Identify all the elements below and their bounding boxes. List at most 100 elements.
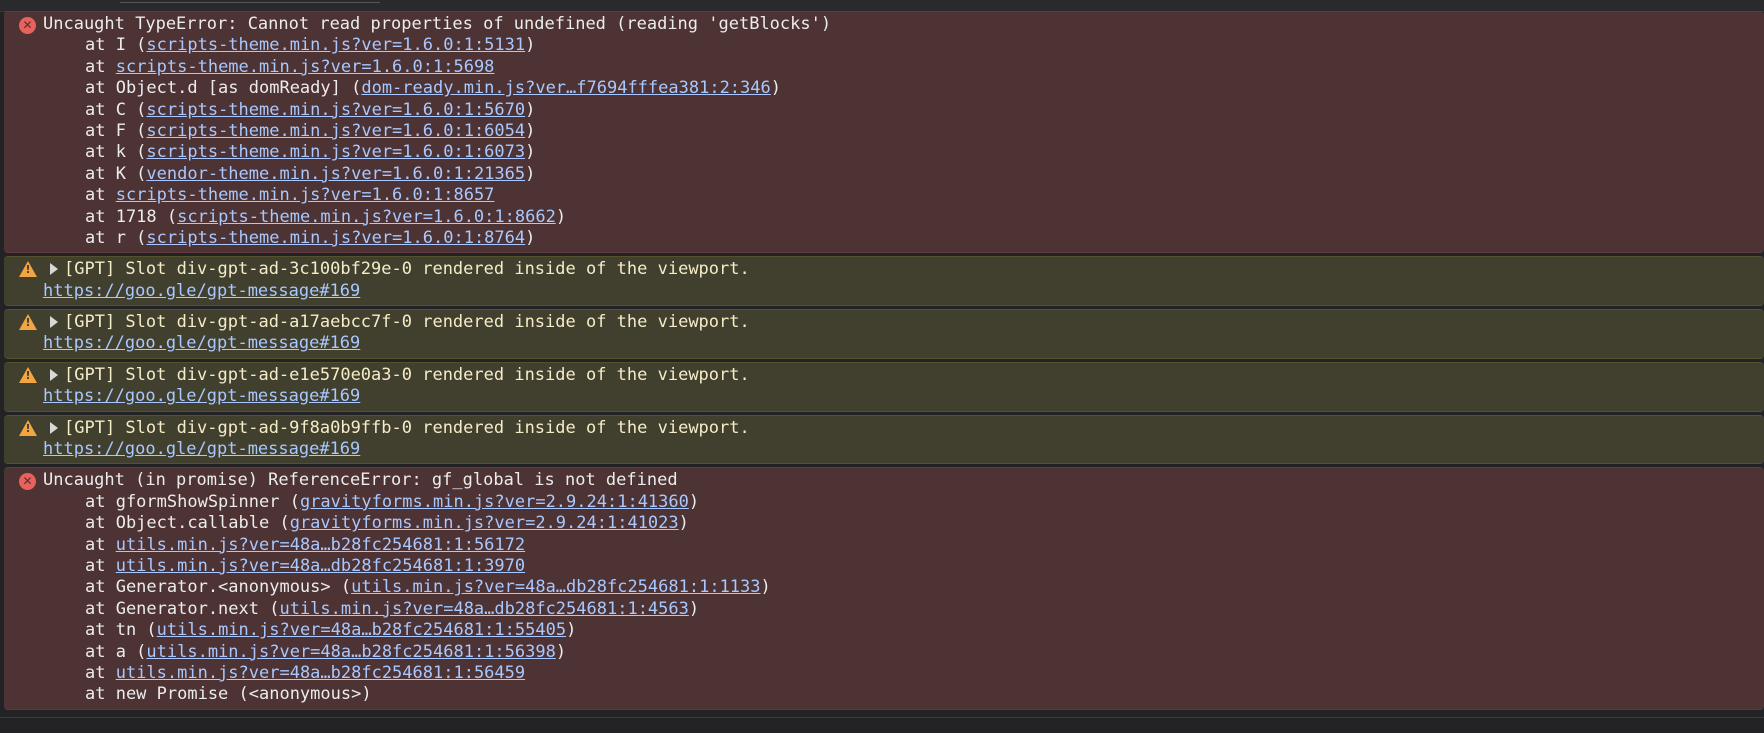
stack-frame-prefix: at Object.callable ( — [85, 513, 290, 534]
stack-frame: at 1718 (scripts-theme.min.js?ver=1.6.0:… — [4, 207, 1764, 228]
source-link[interactable]: utils.min.js?ver=48a…b28fc254681:1:56459 — [116, 663, 525, 683]
source-link[interactable]: scripts-theme.min.js?ver=1.6.0:1:5670 — [146, 100, 525, 120]
message-link-line: https://goo.gle/gpt-message#169 — [4, 281, 1764, 302]
stack-frame: at r (scripts-theme.min.js?ver=1.6.0:1:8… — [4, 228, 1764, 249]
message-text: [GPT] Slot div-gpt-ad-3c100bf29e-0 rende… — [64, 259, 750, 280]
stack-frame-prefix: at — [85, 56, 116, 77]
stack-frame-suffix: ) — [525, 120, 536, 141]
stack-frame-prefix: at Generator.next ( — [85, 598, 280, 619]
console-warning-message: ! [GPT] Slot div-gpt-ad-3c100bf29e-0 rend… — [4, 256, 1764, 307]
source-link[interactable]: utils.min.js?ver=48a…db28fc254681:1:4563 — [279, 599, 688, 619]
stack-frame: at utils.min.js?ver=48a…b28fc254681:1:56… — [4, 663, 1764, 684]
message-text: Uncaught (in promise) ReferenceError: gf… — [43, 470, 678, 491]
stack-frame: at F (scripts-theme.min.js?ver=1.6.0:1:6… — [4, 121, 1764, 142]
source-link[interactable]: scripts-theme.min.js?ver=1.6.0:1:8657 — [116, 185, 495, 205]
error-circle-icon: ✕ — [19, 473, 36, 491]
help-link[interactable]: https://goo.gle/gpt-message#169 — [43, 386, 360, 406]
help-link[interactable]: https://goo.gle/gpt-message#169 — [43, 439, 360, 459]
stack-frame: at gformShowSpinner (gravityforms.min.js… — [4, 492, 1764, 513]
source-link[interactable]: utils.min.js?ver=48a…db28fc254681:1:1133 — [351, 577, 760, 597]
console-warning-message: ! [GPT] Slot div-gpt-ad-a17aebcc7f-0 rend… — [4, 309, 1764, 359]
error-circle-icon: ✕ — [19, 17, 36, 34]
help-link[interactable]: https://goo.gle/gpt-message#169 — [43, 281, 360, 301]
message-header: ✕ Uncaught (in promise) ReferenceError: g… — [4, 470, 1764, 491]
help-link[interactable]: https://goo.gle/gpt-message#169 — [43, 333, 360, 353]
stack-frame-suffix: ) — [678, 513, 689, 534]
expand-triangle-icon[interactable] — [50, 421, 58, 434]
stack-frame-suffix: ) — [525, 142, 536, 163]
stack-frame: at Object.callable (gravityforms.min.js?… — [4, 513, 1764, 534]
source-link[interactable]: scripts-theme.min.js?ver=1.6.0:1:6054 — [146, 121, 525, 141]
stack-frame-prefix: at — [85, 185, 116, 206]
stack-frame-suffix: ) — [688, 598, 700, 619]
stack-frame: at Object.d [as domReady] (dom-ready.min… — [4, 78, 1764, 99]
stack-frame: at utils.min.js?ver=48a…db28fc254681:1:3… — [4, 556, 1764, 577]
stack-frame-prefix: at Generator.<anonymous> ( — [85, 577, 352, 598]
expand-triangle-icon[interactable] — [50, 368, 58, 381]
warning-triangle-icon: ! — [19, 261, 37, 278]
source-link[interactable]: scripts-theme.min.js?ver=1.6.0:1:8662 — [177, 207, 556, 227]
stack-frame-prefix: at new Promise (<anonymous>) — [85, 684, 372, 705]
stack-frame: at scripts-theme.min.js?ver=1.6.0:1:5698 — [4, 57, 1764, 78]
message-link-line: https://goo.gle/gpt-message#169 — [4, 386, 1764, 407]
stack-frame-prefix: at gformShowSpinner ( — [85, 491, 300, 512]
console-message-list: ✕ Uncaught TypeError: Cannot read propert… — [4, 11, 1764, 713]
source-link[interactable]: utils.min.js?ver=48a…b28fc254681:1:56172 — [116, 535, 525, 555]
stack-frame-suffix: ) — [525, 227, 536, 248]
source-link[interactable]: utils.min.js?ver=48a…db28fc254681:1:3970 — [116, 556, 525, 576]
message-text: [GPT] Slot div-gpt-ad-a17aebcc7f-0 rende… — [64, 312, 750, 333]
stack-frame-prefix: at r ( — [85, 227, 147, 248]
stack-frame-prefix: at k ( — [85, 142, 147, 163]
stack-frame-prefix: at tn ( — [85, 620, 157, 641]
stack-frame-suffix: ) — [770, 78, 781, 99]
stack-frame: at a (utils.min.js?ver=48a…b28fc254681:1… — [4, 642, 1764, 663]
stack-frame-suffix: ) — [566, 620, 577, 641]
console-bottom-edge — [0, 717, 1764, 733]
source-link[interactable]: scripts-theme.min.js?ver=1.6.0:1:6073 — [146, 142, 525, 162]
stack-frame-suffix: ) — [760, 577, 771, 598]
source-link[interactable]: scripts-theme.min.js?ver=1.6.0:1:5698 — [116, 57, 495, 77]
source-link[interactable]: scripts-theme.min.js?ver=1.6.0:1:5131 — [146, 35, 525, 55]
warning-triangle-icon: ! — [19, 366, 37, 383]
stack-frame: at K (vendor-theme.min.js?ver=1.6.0:1:21… — [4, 164, 1764, 185]
stack-frame-prefix: at K ( — [85, 163, 147, 184]
stack-frame: at I (scripts-theme.min.js?ver=1.6.0:1:5… — [4, 35, 1764, 56]
message-link-line: https://goo.gle/gpt-message#169 — [4, 333, 1764, 354]
stack-frame: at scripts-theme.min.js?ver=1.6.0:1:8657 — [4, 185, 1764, 206]
console-warning-message: ! [GPT] Slot div-gpt-ad-9f8a0b9ffb-0 rend… — [4, 414, 1764, 465]
warning-triangle-icon: ! — [19, 314, 37, 331]
stack-frame-prefix: at C ( — [85, 99, 147, 120]
stack-frame-suffix: ) — [555, 206, 567, 227]
source-link[interactable]: utils.min.js?ver=48a…b28fc254681:1:55405 — [157, 620, 566, 640]
expand-triangle-icon[interactable] — [50, 263, 58, 276]
stack-frame-suffix: ) — [525, 35, 536, 56]
message-header: ! [GPT] Slot div-gpt-ad-3c100bf29e-0 rend… — [4, 259, 1764, 280]
expand-triangle-icon[interactable] — [50, 316, 58, 329]
source-link[interactable]: gravityforms.min.js?ver=2.9.24:1:41360 — [300, 492, 689, 512]
stack-frame-prefix: at a ( — [85, 641, 147, 662]
console-warning-message: ! [GPT] Slot div-gpt-ad-e1e570e0a3-0 rend… — [4, 361, 1764, 412]
message-text: Uncaught TypeError: Cannot read properti… — [43, 14, 832, 34]
console-error-message: ✕ Uncaught TypeError: Cannot read propert… — [4, 11, 1764, 254]
stack-frame-suffix: ) — [525, 163, 536, 184]
message-link-line: https://goo.gle/gpt-message#169 — [4, 439, 1764, 460]
message-text: [GPT] Slot div-gpt-ad-9f8a0b9ffb-0 rende… — [64, 417, 750, 438]
stack-frame-prefix: at Object.d [as domReady] ( — [85, 78, 362, 99]
message-text: [GPT] Slot div-gpt-ad-e1e570e0a3-0 rende… — [64, 364, 750, 385]
source-link[interactable]: dom-ready.min.js?ver…f7694fffea381:2:346 — [361, 78, 770, 98]
stack-frame-suffix: ) — [525, 99, 536, 120]
stack-frame-prefix: at — [85, 534, 116, 555]
source-link[interactable]: gravityforms.min.js?ver=2.9.24:1:41023 — [290, 513, 679, 533]
stack-frame-suffix: ) — [688, 491, 700, 512]
devtools-console-panel: ✕ Uncaught TypeError: Cannot read propert… — [0, 0, 1764, 733]
source-link[interactable]: vendor-theme.min.js?ver=1.6.0:1:21365 — [146, 164, 525, 184]
message-header: ✕ Uncaught TypeError: Cannot read propert… — [4, 14, 1764, 35]
source-link[interactable]: scripts-theme.min.js?ver=1.6.0:1:8764 — [146, 228, 525, 248]
stack-frame: at tn (utils.min.js?ver=48a…b28fc254681:… — [4, 620, 1764, 641]
stack-frame: at utils.min.js?ver=48a…b28fc254681:1:56… — [4, 535, 1764, 556]
source-link[interactable]: utils.min.js?ver=48a…b28fc254681:1:56398 — [146, 642, 555, 662]
stack-frame-prefix: at F ( — [85, 120, 147, 141]
stack-frame-prefix: at — [85, 662, 116, 683]
stack-frame: at Generator.next (utils.min.js?ver=48a…… — [4, 599, 1764, 620]
message-header: ! [GPT] Slot div-gpt-ad-e1e570e0a3-0 rend… — [4, 365, 1764, 386]
